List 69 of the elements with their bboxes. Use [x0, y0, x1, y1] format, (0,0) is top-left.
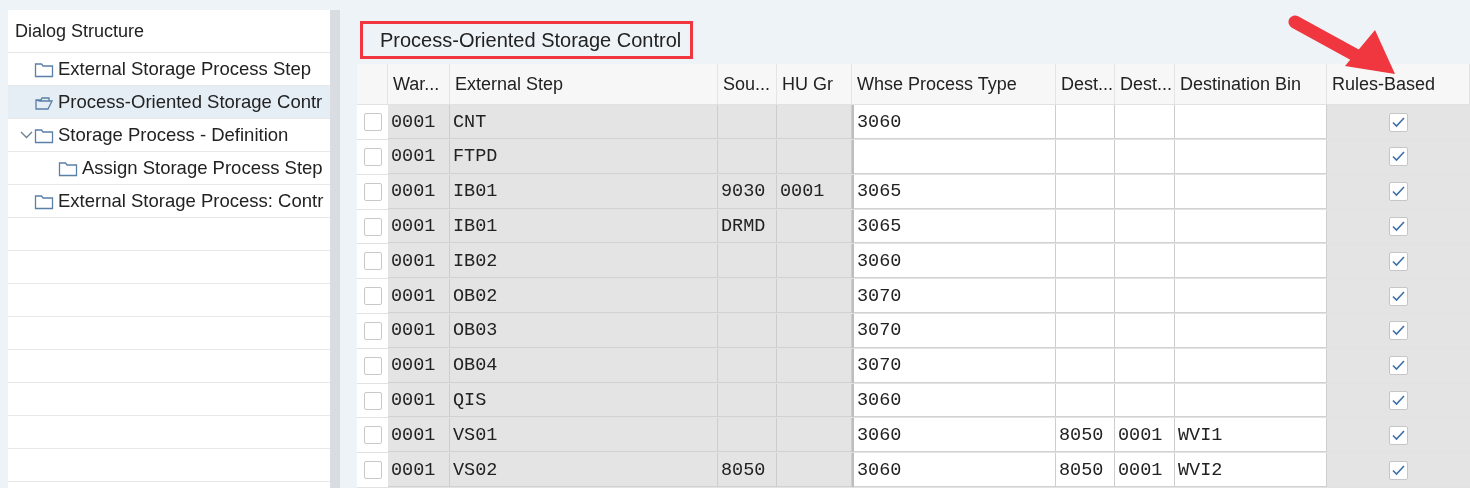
table-cell: 3070: [852, 348, 1056, 383]
view-title: Process-Oriented Storage Control: [360, 21, 694, 60]
table-cell: WVI1: [1175, 418, 1327, 453]
table-cell: FTPD: [450, 140, 718, 174]
checkbox[interactable]: [1389, 321, 1408, 341]
column-header[interactable]: External Step: [450, 64, 718, 105]
table-cell: 0001: [388, 314, 450, 348]
table-cell: 3065: [852, 209, 1056, 244]
table-cell: 0001: [388, 140, 450, 174]
table-cell: 8050: [1056, 418, 1115, 453]
table-cell: 3060: [852, 105, 1056, 140]
column-header[interactable]: Rules-Based: [1327, 64, 1470, 105]
table-cell: QIS: [450, 383, 718, 418]
table-cell: 0001: [1115, 418, 1175, 453]
table-cell: OB02: [450, 279, 718, 313]
table-cell: 0001: [388, 209, 450, 244]
chevron-down-icon[interactable]: [20, 131, 33, 139]
checkbox[interactable]: [1389, 147, 1408, 167]
table-cell: 3060: [852, 453, 1056, 487]
tree-item[interactable]: Process-Oriented Storage Contr: [8, 86, 330, 119]
table-cell: 0001: [777, 174, 852, 209]
column-header[interactable]: Dest...: [1056, 64, 1115, 105]
table-cell: IB01: [450, 209, 718, 244]
table-cell: OB04: [450, 348, 718, 383]
table-cell: 9030: [718, 174, 777, 209]
checkbox[interactable]: [1389, 460, 1408, 480]
checkbox[interactable]: [1389, 112, 1408, 132]
table-cell: 3070: [852, 314, 1056, 348]
checkbox[interactable]: [1389, 251, 1408, 271]
folder-icon: [34, 126, 54, 144]
table-cell: 3060: [852, 244, 1056, 279]
column-header[interactable]: Whse Process Type: [852, 64, 1056, 105]
table-cell: 3060: [852, 383, 1056, 418]
folder-icon: [34, 60, 54, 78]
table-cell: VS01: [450, 418, 718, 453]
table-cell: IB01: [450, 174, 718, 209]
table-cell: 0001: [388, 279, 450, 313]
table-cell: VS02: [450, 453, 718, 487]
folder-icon: [34, 192, 54, 210]
table-cell: CNT: [450, 105, 718, 140]
checkbox[interactable]: [1389, 425, 1408, 445]
table-cell: IB02: [450, 244, 718, 279]
table-cell: WVI2: [1175, 453, 1327, 487]
table-cell: 3060: [852, 418, 1056, 453]
column-header[interactable]: War...: [388, 64, 450, 105]
table-cell: 8050: [1056, 453, 1115, 487]
table-cell: 8050: [718, 453, 777, 487]
table-cell: 0001: [388, 383, 450, 418]
table-cell: 3070: [852, 279, 1056, 313]
table-cell: 0001: [388, 348, 450, 383]
table-cell: 0001: [388, 174, 450, 209]
table-cell: 0001: [388, 453, 450, 487]
folder-icon: [58, 159, 78, 177]
checkbox[interactable]: [1389, 286, 1408, 306]
column-header[interactable]: Dest...: [1115, 64, 1175, 105]
checkbox[interactable]: [1389, 182, 1408, 202]
table-cell: OB03: [450, 314, 718, 348]
table-cell: 0001: [388, 105, 450, 140]
table-cell: DRMD: [718, 209, 777, 244]
checkbox[interactable]: [1389, 217, 1408, 236]
checkbox[interactable]: [1389, 356, 1408, 376]
checkbox[interactable]: [1389, 391, 1408, 410]
column-header[interactable]: Destination Bin: [1175, 64, 1327, 105]
table-cell: 0001: [1115, 453, 1175, 487]
column-header[interactable]: Sou...: [718, 64, 777, 105]
column-header[interactable]: HU Gr: [777, 64, 852, 105]
table-cell: 0001: [388, 244, 450, 279]
table-cell: 3065: [852, 174, 1056, 209]
table-cell: 0001: [388, 418, 450, 453]
